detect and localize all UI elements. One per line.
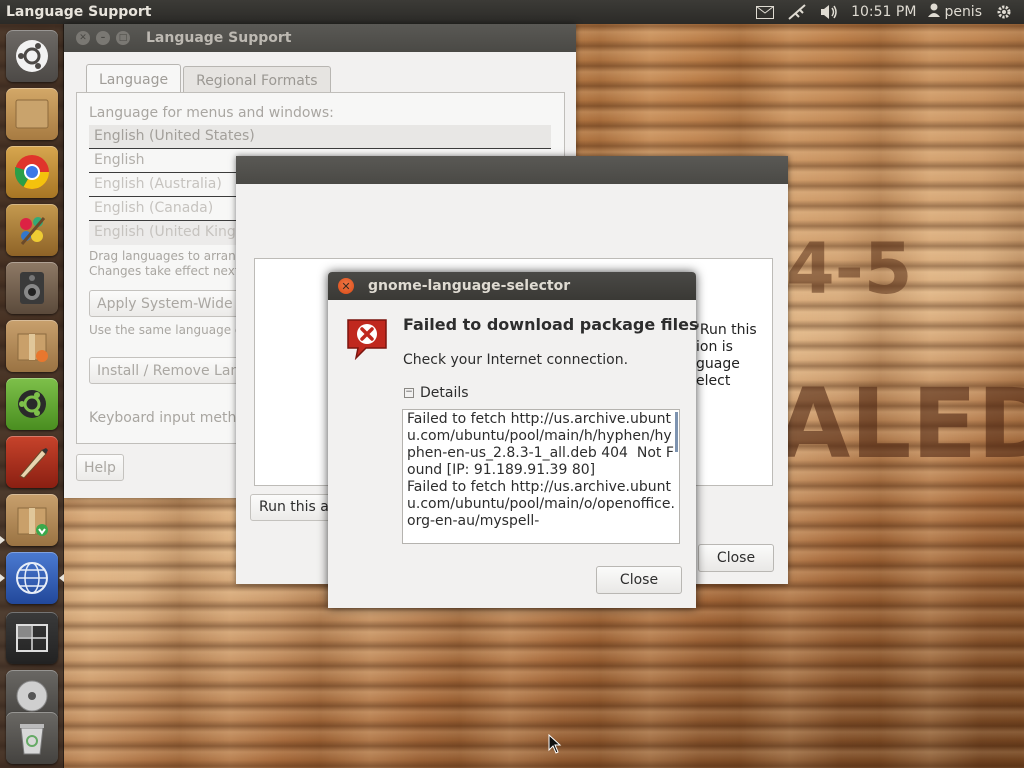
close-icon[interactable]: ✕ — [338, 278, 354, 294]
language-support-launcher[interactable] — [6, 552, 58, 604]
top-panel: Language Support 10:51 PM penis — [0, 0, 1024, 24]
tab-regional-formats[interactable]: Regional Formats — [183, 66, 331, 94]
error-icon — [347, 319, 387, 360]
dash-home-button[interactable] — [6, 30, 58, 82]
globe-icon — [16, 562, 48, 594]
dialog-text-line: 'Run this — [696, 322, 757, 338]
error-heading: Failed to download package files — [403, 315, 699, 334]
ubuntu-one-icon — [18, 390, 46, 418]
dialog-text: 'Run this ion is guage elect — [696, 322, 768, 390]
details-text: Failed to fetch http://us.archive.ubuntu… — [407, 411, 675, 529]
speaker-icon — [20, 272, 44, 304]
volume-icon[interactable] — [819, 4, 839, 20]
dialog-title: gnome-language-selector — [368, 278, 571, 294]
tab-language[interactable]: Language — [86, 64, 182, 94]
dialog-text-line: guage — [696, 356, 740, 372]
chrome-icon — [15, 155, 49, 189]
ubuntu-logo-icon — [16, 40, 48, 72]
disc-icon — [16, 680, 48, 712]
launcher — [0, 24, 64, 768]
window-title: Language Support — [146, 30, 292, 46]
dialog-text-line: ion is — [696, 339, 733, 355]
tab-bar: Language Regional Formats — [86, 64, 333, 94]
indicator-area: 10:51 PM penis — [755, 3, 1024, 21]
apply-system-wide-button[interactable]: Apply System-Wide — [89, 290, 241, 317]
user-icon — [928, 3, 941, 21]
running-indicator — [0, 536, 5, 544]
minimize-icon[interactable]: – — [96, 31, 110, 45]
error-subtitle: Check your Internet connection. — [403, 352, 629, 368]
folder-icon — [15, 99, 49, 129]
running-indicator — [0, 574, 5, 582]
image-editor-launcher[interactable] — [6, 204, 58, 256]
dialog-text-line: elect — [696, 373, 731, 389]
active-indicator — [59, 574, 64, 582]
mouse-cursor-icon — [548, 734, 562, 754]
wallpaper-text: 4-5 — [786, 228, 913, 310]
dialog-titlebar[interactable]: ✕ gnome-language-selector — [328, 272, 696, 300]
maximize-icon[interactable]: □ — [116, 31, 130, 45]
wallpaper-text: ALED — [776, 368, 1024, 480]
chrome-launcher[interactable] — [6, 146, 58, 198]
user-name: penis — [944, 4, 982, 20]
details-text-view[interactable]: Failed to fetch http://us.archive.ubuntu… — [402, 409, 680, 544]
close-icon[interactable]: ✕ — [76, 31, 90, 45]
files-launcher[interactable] — [6, 88, 58, 140]
app-menu-title[interactable]: Language Support — [0, 4, 151, 20]
trash-launcher[interactable] — [6, 712, 58, 764]
update-manager-launcher[interactable] — [6, 320, 58, 372]
ubuntu-one-launcher[interactable] — [6, 378, 58, 430]
trash-icon — [20, 724, 44, 755]
error-dialog: ✕ gnome-language-selector Failed to down… — [328, 272, 699, 608]
language-item[interactable]: English (United States) — [89, 125, 551, 149]
workspace-switcher-launcher[interactable] — [6, 612, 58, 664]
details-label: Details — [420, 385, 469, 401]
network-icon[interactable] — [787, 4, 807, 20]
clock[interactable]: 10:51 PM — [851, 4, 916, 20]
software-installer-launcher[interactable] — [6, 494, 58, 546]
pen-icon — [19, 448, 48, 479]
collapse-icon: − — [404, 387, 414, 398]
text-editor-launcher[interactable] — [6, 436, 58, 488]
package-icon — [17, 333, 48, 362]
workspaces-icon — [16, 624, 48, 652]
paint-brush-icon — [20, 217, 46, 245]
scrollbar[interactable] — [675, 412, 678, 452]
install-package-icon — [17, 507, 48, 536]
mail-icon[interactable] — [755, 4, 775, 20]
close-button[interactable]: Close — [698, 544, 774, 572]
language-list-label: Language for menus and windows: — [89, 105, 334, 121]
close-button[interactable]: Close — [596, 566, 682, 594]
window-titlebar[interactable]: ✕ – □ Language Support — [64, 24, 576, 52]
help-button[interactable]: Help — [76, 454, 124, 481]
sound-launcher[interactable] — [6, 262, 58, 314]
window-titlebar[interactable] — [236, 156, 788, 184]
user-menu[interactable]: penis — [928, 3, 982, 21]
details-expander[interactable]: − Details — [404, 385, 469, 401]
gear-icon[interactable] — [994, 4, 1014, 20]
